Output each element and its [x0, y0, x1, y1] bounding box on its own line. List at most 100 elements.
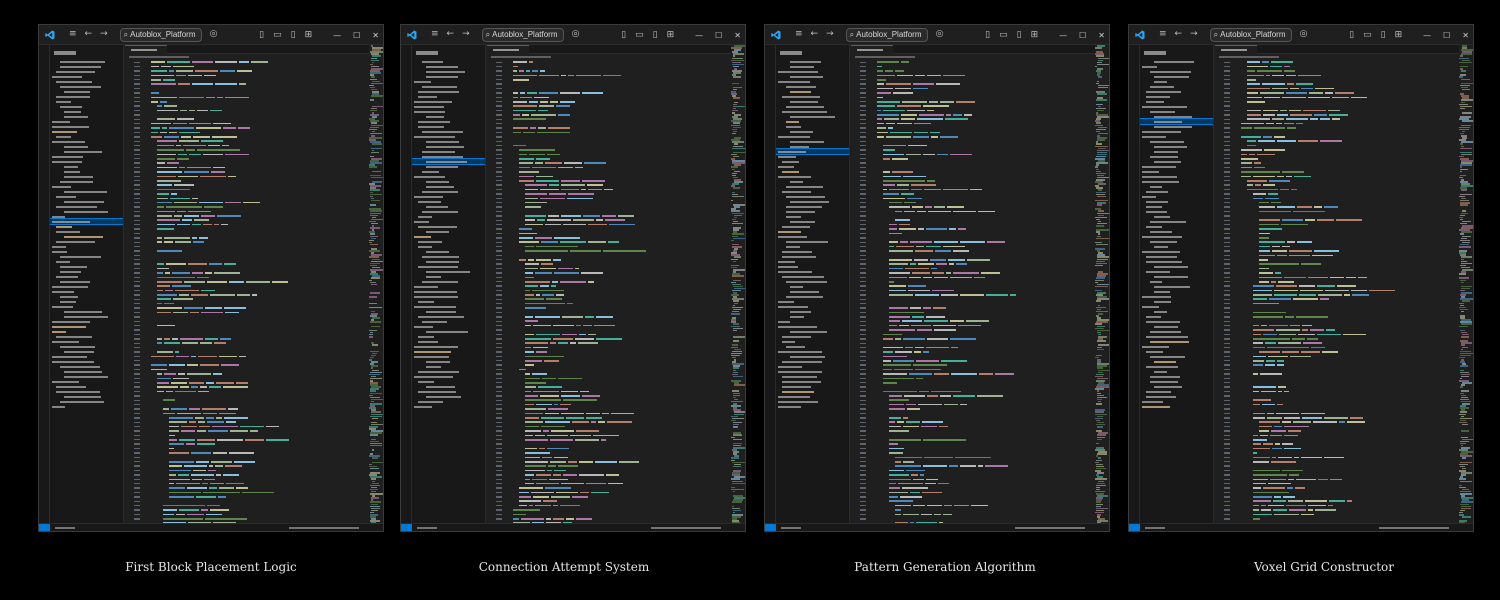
customize-layout-icon[interactable]: ⊞	[1395, 30, 1403, 40]
code-editor[interactable]	[871, 60, 1095, 523]
screenshot-caption: Pattern Generation Algorithm	[854, 560, 1036, 574]
status-bar	[1129, 523, 1473, 531]
toggle-panel-icon[interactable]: ▭	[1363, 30, 1372, 40]
editor-tab[interactable]	[125, 45, 167, 54]
minimize-icon[interactable]: —	[333, 31, 341, 40]
back-arrow-icon[interactable]: ←	[85, 30, 93, 39]
minimap[interactable]	[1095, 45, 1109, 523]
maximize-icon[interactable]: ☐	[353, 31, 360, 40]
forward-arrow-icon[interactable]: →	[826, 30, 834, 39]
toggle-primary-sidebar-icon[interactable]: ▯	[621, 30, 626, 40]
vscode-window-3: ≡ ← → ⌕ Autoblox_Platform ◎ ▯ ▭ ▯ ⊞ — ☐ …	[764, 24, 1110, 532]
line-number-gutter	[1215, 60, 1233, 524]
remote-indicator[interactable]	[39, 524, 50, 531]
menu-icon[interactable]: ≡	[69, 30, 77, 39]
file-tree	[50, 59, 123, 409]
screenshot-caption: Voxel Grid Constructor	[1253, 560, 1395, 574]
file-tree-item[interactable]	[1140, 404, 1213, 409]
maximize-icon[interactable]: ☐	[715, 31, 722, 40]
copilot-icon[interactable]: ◎	[572, 30, 580, 39]
toggle-secondary-sidebar-icon[interactable]: ▯	[1017, 30, 1022, 40]
editor-area	[125, 45, 369, 524]
toggle-panel-icon[interactable]: ▭	[273, 30, 282, 40]
remote-indicator[interactable]	[401, 524, 412, 531]
code-editor[interactable]	[145, 60, 369, 523]
editor-area	[487, 45, 731, 524]
vscode-logo-icon	[407, 30, 417, 39]
activity-bar	[1129, 45, 1140, 523]
editor-tab[interactable]	[1215, 45, 1257, 54]
explorer-header	[780, 51, 802, 55]
close-icon[interactable]: ✕	[1098, 31, 1105, 40]
toggle-secondary-sidebar-icon[interactable]: ▯	[291, 30, 296, 40]
toggle-primary-sidebar-icon[interactable]: ▯	[985, 30, 990, 40]
search-text: Autoblox_Platform	[492, 30, 558, 39]
screenshot-caption: First Block Placement Logic	[125, 560, 297, 574]
line-number-gutter	[851, 60, 869, 524]
back-arrow-icon[interactable]: ←	[447, 30, 455, 39]
maximize-icon[interactable]: ☐	[1079, 31, 1086, 40]
editor-tab[interactable]	[487, 45, 529, 54]
file-tree-item[interactable]	[412, 404, 485, 409]
explorer-header	[416, 51, 438, 55]
activity-bar	[39, 45, 50, 523]
menu-icon[interactable]: ≡	[1159, 30, 1167, 39]
title-bar: ≡ ← → ⌕ Autoblox_Platform ◎ ▯ ▭ ▯ ⊞ — ☐ …	[39, 25, 383, 45]
back-arrow-icon[interactable]: ←	[1175, 30, 1183, 39]
minimize-icon[interactable]: —	[1059, 31, 1067, 40]
code-editor[interactable]	[507, 60, 731, 523]
command-center-search[interactable]: ⌕ Autoblox_Platform	[481, 27, 564, 42]
editor-tab[interactable]	[851, 45, 893, 54]
minimize-icon[interactable]: —	[695, 31, 703, 40]
vscode-window-2: ≡ ← → ⌕ Autoblox_Platform ◎ ▯ ▭ ▯ ⊞ — ☐ …	[400, 24, 746, 532]
remote-indicator[interactable]	[1129, 524, 1140, 531]
editor-tabs	[125, 45, 369, 54]
command-center-search[interactable]: ⌕ Autoblox_Platform	[845, 27, 928, 42]
customize-layout-icon[interactable]: ⊞	[667, 30, 675, 40]
file-tree-item[interactable]	[776, 404, 849, 409]
editor-tabs	[487, 45, 731, 54]
close-icon[interactable]: ✕	[372, 31, 379, 40]
customize-layout-icon[interactable]: ⊞	[1031, 30, 1039, 40]
file-tree	[412, 59, 485, 409]
forward-arrow-icon[interactable]: →	[462, 30, 470, 39]
copilot-icon[interactable]: ◎	[1300, 30, 1308, 39]
command-center-search[interactable]: ⌕ Autoblox_Platform	[119, 27, 202, 42]
toggle-panel-icon[interactable]: ▭	[635, 30, 644, 40]
title-bar: ≡ ← → ⌕ Autoblox_Platform ◎ ▯ ▭ ▯ ⊞ — ☐ …	[1129, 25, 1473, 45]
back-arrow-icon[interactable]: ←	[811, 30, 819, 39]
maximize-icon[interactable]: ☐	[1443, 31, 1450, 40]
code-editor[interactable]	[1235, 60, 1459, 523]
search-text: Autoblox_Platform	[1220, 30, 1286, 39]
minimap[interactable]	[1459, 45, 1473, 523]
command-center-search[interactable]: ⌕ Autoblox_Platform	[1209, 27, 1292, 42]
copilot-icon[interactable]: ◎	[936, 30, 944, 39]
copilot-icon[interactable]: ◎	[210, 30, 218, 39]
toggle-secondary-sidebar-icon[interactable]: ▯	[1381, 30, 1386, 40]
explorer-sidebar	[1140, 45, 1214, 523]
file-tree-item[interactable]	[50, 404, 123, 409]
status-bar	[401, 523, 745, 531]
minimap[interactable]	[731, 45, 745, 523]
title-bar-controls: ▯ ▭ ▯ ⊞ — ☐ ✕	[259, 25, 379, 45]
menu-icon[interactable]: ≡	[431, 30, 439, 39]
close-icon[interactable]: ✕	[1462, 31, 1469, 40]
remote-indicator[interactable]	[765, 524, 776, 531]
menu-icon[interactable]: ≡	[795, 30, 803, 39]
toggle-secondary-sidebar-icon[interactable]: ▯	[653, 30, 658, 40]
minimize-icon[interactable]: —	[1423, 31, 1431, 40]
close-icon[interactable]: ✕	[734, 31, 741, 40]
editor-area	[851, 45, 1095, 524]
toggle-primary-sidebar-icon[interactable]: ▯	[1349, 30, 1354, 40]
toggle-primary-sidebar-icon[interactable]: ▯	[259, 30, 264, 40]
line-number-gutter	[487, 60, 505, 524]
screenshot-caption: Connection Attempt System	[478, 560, 650, 574]
minimap[interactable]	[369, 45, 383, 523]
search-text: Autoblox_Platform	[130, 30, 196, 39]
forward-arrow-icon[interactable]: →	[1190, 30, 1198, 39]
search-icon: ⌕	[485, 29, 491, 39]
toggle-panel-icon[interactable]: ▭	[999, 30, 1008, 40]
customize-layout-icon[interactable]: ⊞	[305, 30, 313, 40]
activity-bar	[765, 45, 776, 523]
forward-arrow-icon[interactable]: →	[100, 30, 108, 39]
